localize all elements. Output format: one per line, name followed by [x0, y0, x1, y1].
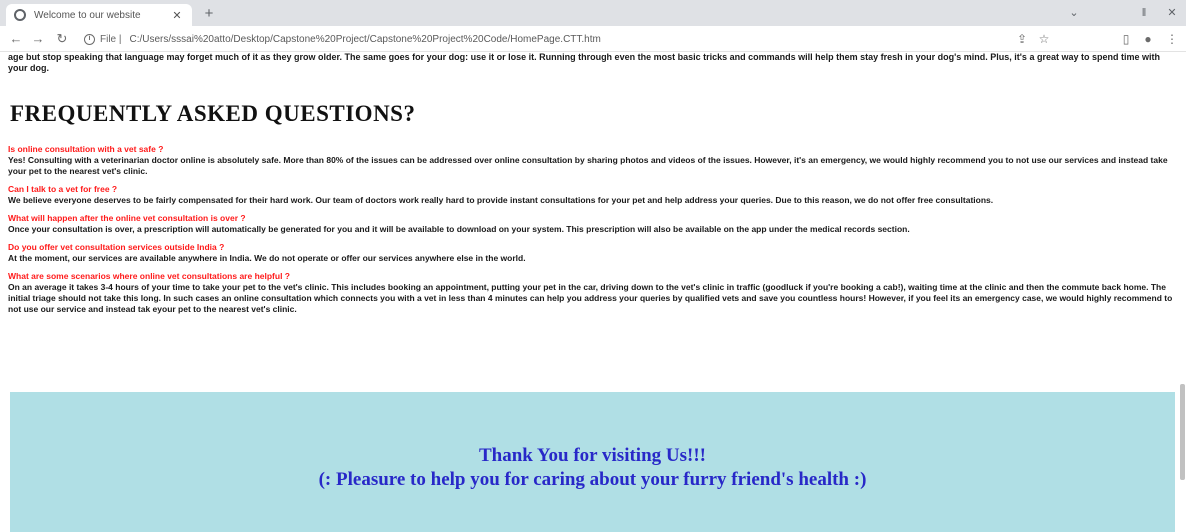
- faq-question: What will happen after the online vet co…: [8, 213, 246, 223]
- faq-item: Do you offer vet consultation services o…: [8, 242, 1178, 264]
- url-scheme: File |: [100, 33, 122, 45]
- profile-icon[interactable]: ●: [1140, 31, 1156, 47]
- thank-you-banner: Thank You for visiting Us!!! (: Pleasure…: [10, 392, 1175, 532]
- url-text[interactable]: C:/Users/sssai%20atto/Desktop/Capstone%2…: [130, 34, 601, 45]
- tab-strip: Welcome to our website ✕ + ⌄ ‖ ✕: [0, 0, 1186, 26]
- faq-question: Is online consultation with a vet safe ?: [8, 144, 164, 154]
- faq-answer: Yes! Consulting with a veterinarian doct…: [8, 155, 1168, 176]
- faq-heading: FREQUENTLY ASKED QUESTIONS?: [10, 101, 416, 126]
- info-icon[interactable]: i: [84, 33, 95, 45]
- share-icon[interactable]: ⇪: [1014, 31, 1030, 47]
- faq-answer: We believe everyone deserves to be fairl…: [8, 195, 994, 205]
- reload-icon[interactable]: ↻: [54, 31, 70, 47]
- close-icon[interactable]: ✕: [170, 9, 184, 22]
- faq-answer: Once your consultation is over, a prescr…: [8, 224, 910, 234]
- thank-you-subtitle: (: Pleasure to help you for caring about…: [318, 469, 867, 490]
- address-bar[interactable]: i File | C:/Users/sssai%20atto/Desktop/C…: [84, 29, 1012, 49]
- back-arrow-icon[interactable]: ←: [8, 31, 24, 47]
- browser-tab[interactable]: Welcome to our website ✕: [6, 4, 192, 26]
- window-close-icon[interactable]: ✕: [1164, 5, 1180, 21]
- thank-you-title: Thank You for visiting Us!!!: [479, 445, 706, 466]
- star-icon[interactable]: ☆: [1036, 31, 1052, 47]
- tab-title: Welcome to our website: [34, 9, 141, 21]
- intro-paragraph: age but stop speaking that language may …: [8, 52, 1160, 73]
- scrollbar[interactable]: [1180, 384, 1185, 480]
- faq-question: What are some scenarios where online vet…: [8, 271, 290, 281]
- menu-icon[interactable]: ⋮: [1164, 31, 1180, 47]
- faq-question: Can I talk to a vet for free ?: [8, 184, 118, 194]
- faq-item: What will happen after the online vet co…: [8, 213, 1178, 235]
- minimize-icon[interactable]: ‖: [1136, 5, 1152, 21]
- faq-answer: On an average it takes 3-4 hours of your…: [8, 282, 1173, 314]
- globe-icon: [14, 9, 26, 21]
- faq-item: Is online consultation with a vet safe ?…: [8, 144, 1178, 177]
- faq-item: What are some scenarios where online vet…: [8, 271, 1178, 315]
- new-tab-button[interactable]: +: [200, 5, 218, 23]
- browser-toolbar: ← → ↻ i File | C:/Users/sssai%20atto/Des…: [0, 26, 1186, 52]
- sidepanel-icon[interactable]: ▯: [1118, 31, 1134, 47]
- faq-answer: At the moment, our services are availabl…: [8, 253, 526, 263]
- faq-item: Can I talk to a vet for free ? We believ…: [8, 184, 1178, 206]
- page-content: age but stop speaking that language may …: [0, 52, 1186, 532]
- faq-question: Do you offer vet consultation services o…: [8, 242, 225, 252]
- forward-arrow-icon[interactable]: →: [30, 31, 46, 47]
- chevron-down-icon[interactable]: ⌄: [1066, 5, 1082, 21]
- faq-list: Is online consultation with a vet safe ?…: [8, 144, 1178, 322]
